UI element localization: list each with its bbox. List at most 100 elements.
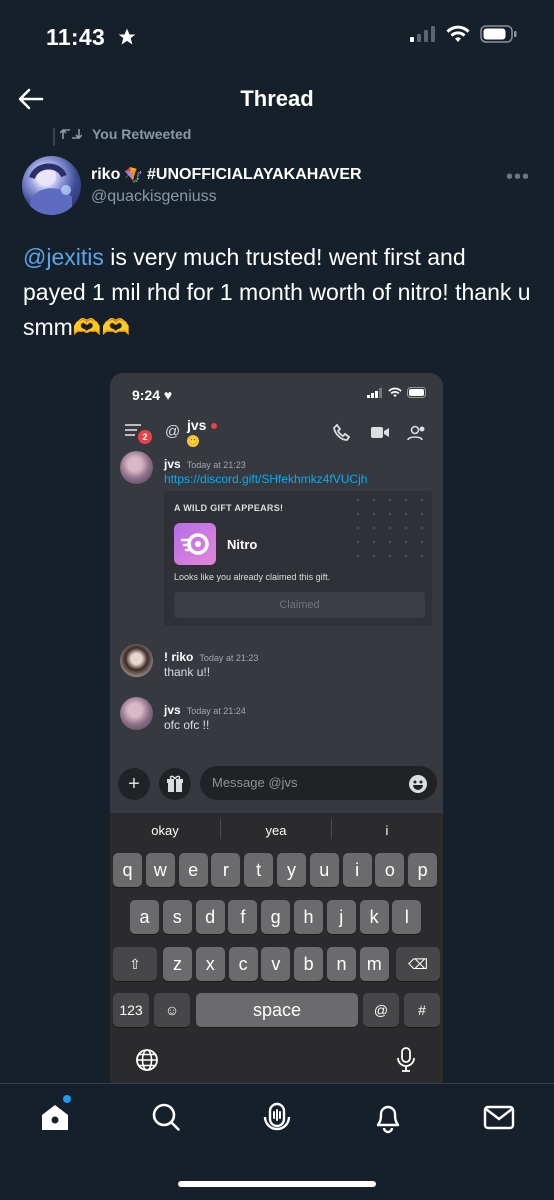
microphone-icon[interactable] bbox=[396, 1047, 416, 1073]
more-options-icon[interactable]: ••• bbox=[506, 166, 530, 189]
suggestion[interactable]: yea bbox=[221, 823, 331, 838]
key-z[interactable]: z bbox=[163, 947, 192, 981]
suggestion[interactable]: i bbox=[332, 823, 442, 838]
message-timestamp: Today at 21:23 bbox=[199, 653, 259, 663]
message-header: jvs Today at 21:24 bbox=[164, 701, 246, 719]
gift-icon bbox=[167, 775, 183, 792]
search-icon[interactable] bbox=[149, 1100, 183, 1134]
notification-dot bbox=[63, 1095, 71, 1103]
retweet-indicator: You Retweeted bbox=[60, 126, 191, 142]
claimed-button[interactable]: Claimed bbox=[174, 592, 425, 618]
gift-name: Nitro bbox=[227, 537, 258, 552]
battery-icon bbox=[407, 387, 426, 398]
status-icons bbox=[410, 25, 518, 43]
message-avatar[interactable] bbox=[120, 697, 153, 730]
thread-line bbox=[53, 128, 55, 146]
nitro-logo bbox=[180, 533, 209, 555]
add-attachment-button[interactable]: + bbox=[118, 768, 150, 800]
heart-icon: ♥ bbox=[163, 387, 173, 403]
page-title: Thread bbox=[240, 86, 314, 111]
key-y[interactable]: y bbox=[277, 853, 306, 887]
key-p[interactable]: p bbox=[408, 853, 438, 887]
message-avatar[interactable] bbox=[120, 644, 153, 677]
shift-key[interactable]: ⇧ bbox=[113, 947, 157, 981]
call-icon[interactable] bbox=[332, 423, 352, 443]
emoji-key[interactable]: ☺ bbox=[154, 993, 190, 1027]
message-timestamp: Today at 21:23 bbox=[186, 460, 246, 470]
backspace-key[interactable]: ⌫ bbox=[396, 947, 440, 981]
message-input[interactable]: Message @jvs bbox=[200, 766, 437, 800]
key-g[interactable]: g bbox=[261, 900, 291, 934]
avatar[interactable] bbox=[22, 156, 81, 215]
key-r[interactable]: r bbox=[211, 853, 241, 887]
key-i[interactable]: i bbox=[342, 853, 372, 887]
messages-envelope-icon[interactable] bbox=[482, 1100, 516, 1134]
message-header: jvs Today at 21:23 bbox=[164, 455, 246, 473]
gift-link[interactable]: https://discord.gift/SHfekhmkz4fVUCjh bbox=[164, 472, 367, 486]
notification-badge: 2 bbox=[138, 430, 152, 444]
wifi-icon bbox=[446, 25, 470, 42]
kite-emoji-icon: 🪁 bbox=[124, 167, 144, 184]
video-icon[interactable] bbox=[370, 425, 390, 440]
embedded-time: 9:24 ♥ bbox=[132, 387, 173, 403]
key-m[interactable]: m bbox=[359, 947, 389, 981]
message-author[interactable]: jvs bbox=[164, 457, 181, 471]
gift-note: Looks like you already claimed this gift… bbox=[174, 572, 331, 582]
message-author[interactable]: ! riko bbox=[164, 650, 193, 664]
mention-link[interactable]: @jexitis bbox=[23, 244, 104, 270]
hash-key[interactable]: # bbox=[404, 993, 440, 1027]
message-header: ! riko Today at 21:23 bbox=[164, 648, 258, 666]
gift-button[interactable] bbox=[159, 768, 191, 800]
home-indicator[interactable] bbox=[178, 1181, 376, 1187]
tweet-text: @jexitis is very much trusted! went firs… bbox=[23, 244, 531, 340]
message-author[interactable]: jvs bbox=[164, 703, 181, 717]
key-s[interactable]: s bbox=[162, 900, 192, 934]
battery-icon bbox=[480, 25, 517, 43]
dnd-status-icon bbox=[211, 423, 217, 429]
user-handle[interactable]: @quackisgeniuss bbox=[91, 188, 217, 206]
signal-icon bbox=[367, 387, 382, 398]
key-x[interactable]: x bbox=[195, 947, 225, 981]
status-emoji-icon: 😶 bbox=[187, 435, 199, 447]
key-f[interactable]: f bbox=[228, 900, 258, 934]
key-t[interactable]: t bbox=[244, 853, 274, 887]
key-a[interactable]: a bbox=[130, 900, 159, 934]
key-j[interactable]: j bbox=[326, 900, 356, 934]
space-key[interactable]: space bbox=[196, 993, 358, 1027]
key-b[interactable]: b bbox=[294, 947, 324, 981]
spaces-icon[interactable] bbox=[260, 1100, 294, 1134]
suggestion[interactable]: okay bbox=[110, 823, 220, 838]
message-text: thank u!! bbox=[164, 665, 211, 679]
display-name[interactable]: riko 🪁 #UNOFFICIALAYAKAHAVER bbox=[91, 166, 362, 184]
key-q[interactable]: q bbox=[113, 853, 142, 887]
members-icon[interactable] bbox=[407, 425, 427, 441]
emoji-picker-icon[interactable] bbox=[408, 774, 428, 794]
key-k[interactable]: k bbox=[359, 900, 389, 934]
message-avatar[interactable] bbox=[120, 451, 153, 484]
globe-icon[interactable] bbox=[135, 1048, 159, 1072]
embedded-image[interactable]: 9:24 ♥ 2 @ jvs 😶 jvs Today at 21:23 https… bbox=[110, 373, 443, 1083]
signal-icon bbox=[410, 26, 435, 42]
key-n[interactable]: n bbox=[327, 947, 356, 981]
key-h[interactable]: h bbox=[294, 900, 323, 934]
key-e[interactable]: e bbox=[178, 853, 208, 887]
star-icon bbox=[118, 28, 136, 45]
numbers-key[interactable]: 123 bbox=[113, 993, 149, 1027]
key-v[interactable]: v bbox=[261, 947, 291, 981]
message-timestamp: Today at 21:24 bbox=[186, 706, 246, 716]
key-d[interactable]: d bbox=[195, 900, 225, 934]
retweet-icon bbox=[60, 128, 82, 140]
key-c[interactable]: c bbox=[228, 947, 258, 981]
key-o[interactable]: o bbox=[375, 853, 405, 887]
key-l[interactable]: l bbox=[392, 900, 422, 934]
home-icon[interactable] bbox=[38, 1100, 72, 1134]
key-u[interactable]: u bbox=[309, 853, 339, 887]
key-w[interactable]: w bbox=[145, 853, 175, 887]
nitro-icon bbox=[174, 523, 216, 565]
retweet-label: You Retweeted bbox=[92, 126, 192, 142]
at-key[interactable]: @ bbox=[363, 993, 399, 1027]
dm-username[interactable]: jvs bbox=[187, 417, 206, 433]
status-time: 11:43 bbox=[46, 24, 138, 51]
notifications-bell-icon[interactable] bbox=[371, 1100, 405, 1134]
name-tag: #UNOFFICIALAYAKAHAVER bbox=[147, 166, 362, 183]
